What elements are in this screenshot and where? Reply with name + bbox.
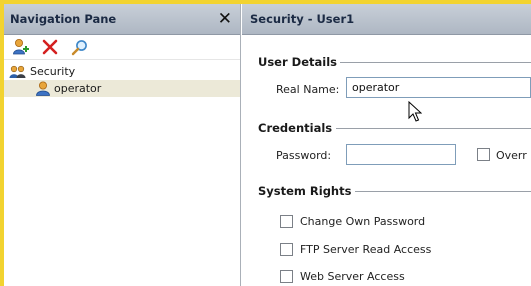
section-divider xyxy=(355,191,531,192)
search-button[interactable] xyxy=(69,37,89,57)
ftp-server-read-access-label: FTP Server Read Access xyxy=(300,243,432,256)
web-server-access-label: Web Server Access xyxy=(300,270,405,283)
web-server-access-checkbox[interactable] xyxy=(280,270,293,283)
security-user-panel: Security - User1 User Details Real Name:… xyxy=(242,4,531,286)
password-input[interactable] xyxy=(346,144,456,165)
mouse-cursor-icon xyxy=(408,101,422,122)
override-label: Overr xyxy=(496,149,527,162)
add-user-button[interactable] xyxy=(11,37,31,57)
system-rights-heading: System Rights xyxy=(258,184,352,198)
real-name-label: Real Name: xyxy=(276,83,340,96)
user-icon xyxy=(36,81,50,96)
navigation-pane-header: Navigation Pane ✕ xyxy=(4,4,240,35)
search-icon xyxy=(71,39,87,55)
tree-item-operator[interactable]: operator xyxy=(4,80,240,97)
delete-button[interactable] xyxy=(40,37,60,57)
navigation-pane-title: Navigation Pane xyxy=(10,12,117,26)
ftp-server-read-access-checkbox[interactable] xyxy=(280,243,293,256)
tree-item-label: operator xyxy=(54,82,102,95)
close-icon[interactable]: ✕ xyxy=(218,10,232,28)
navigation-pane: Navigation Pane ✕ Security operator xyxy=(4,4,241,286)
section-divider xyxy=(340,62,531,63)
section-divider xyxy=(336,128,531,129)
password-label: Password: xyxy=(276,149,332,162)
tree-item-label: Security xyxy=(30,65,76,78)
change-own-password-checkbox[interactable] xyxy=(280,215,293,228)
tree-item-security[interactable]: Security xyxy=(4,63,240,80)
panel-title: Security - User1 xyxy=(250,12,355,26)
security-group-icon xyxy=(9,65,26,78)
credentials-heading: Credentials xyxy=(258,121,333,135)
change-own-password-label: Change Own Password xyxy=(300,215,426,228)
override-checkbox[interactable] xyxy=(477,148,490,161)
add-user-icon xyxy=(13,39,29,55)
delete-icon xyxy=(42,39,58,55)
user-details-heading: User Details xyxy=(258,55,337,69)
navigation-tree: Security operator xyxy=(4,60,240,97)
panel-header: Security - User1 xyxy=(242,4,531,35)
navigation-toolbar xyxy=(4,35,240,60)
real-name-input[interactable] xyxy=(346,77,531,98)
